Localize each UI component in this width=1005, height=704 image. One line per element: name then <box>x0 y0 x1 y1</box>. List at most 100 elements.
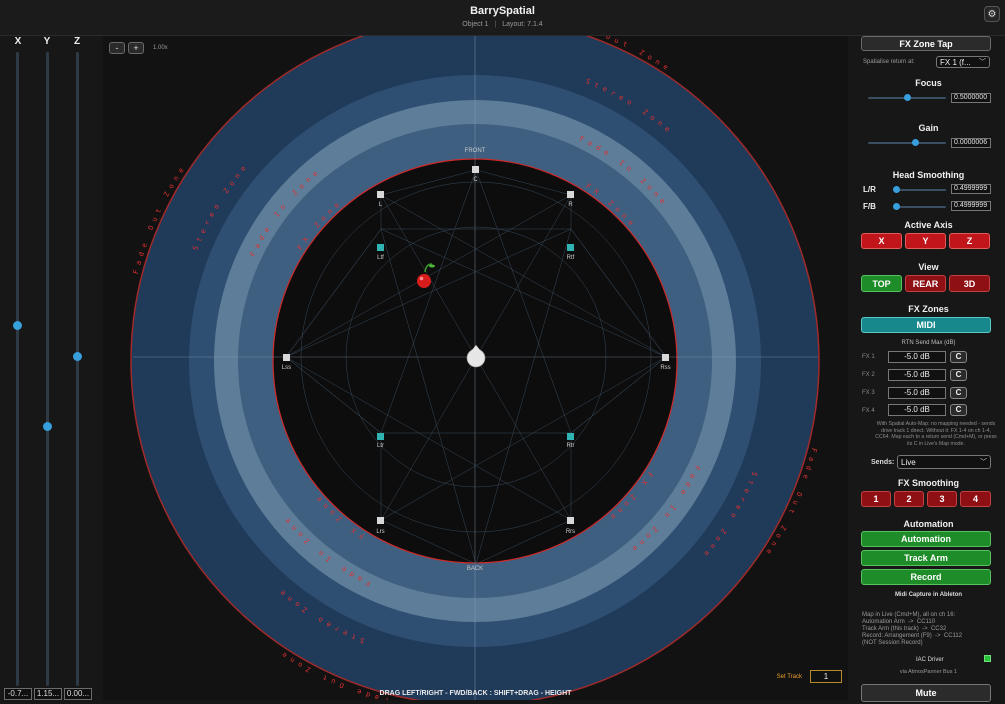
speaker-ltf[interactable] <box>377 244 384 251</box>
speaker-ltr[interactable] <box>377 433 384 440</box>
midi-button[interactable]: MIDI <box>861 317 991 333</box>
subtitle: Object 1 | Layout: 7.1.4 <box>462 21 543 28</box>
zoom-level: 1.00x <box>153 45 168 51</box>
spatialise-label: Spatialise return at: <box>863 59 915 65</box>
fx-2-map-button[interactable]: C <box>950 369 967 381</box>
smoothing-2-button[interactable]: 2 <box>894 491 924 507</box>
view-top-button[interactable]: TOP <box>861 275 902 292</box>
gain-value-field[interactable]: 0.0000006 <box>951 138 991 148</box>
y-value-field[interactable]: 1.15... <box>34 688 62 700</box>
x-slider[interactable] <box>13 52 22 686</box>
speaker-rrs[interactable] <box>567 517 574 524</box>
object-name: Object 1 <box>462 21 489 28</box>
axis-y-button[interactable]: Y <box>905 233 946 249</box>
lr-smoothing-slider[interactable] <box>893 186 946 193</box>
z-slider-thumb[interactable] <box>73 352 82 362</box>
speaker-lrs-label: Lrs <box>376 529 384 535</box>
speaker-lrs[interactable] <box>377 517 384 524</box>
fx-1-map-button[interactable]: C <box>950 351 967 363</box>
x-slider-thumb[interactable] <box>13 320 22 330</box>
fx-1-label: FX 1 <box>862 354 875 360</box>
fb-value-field[interactable]: 0.4999999 <box>951 201 991 211</box>
iac-status-led <box>984 655 991 662</box>
speaker-r[interactable] <box>567 191 574 198</box>
spatial-canvas[interactable]: Fade Out Zone Fade Out Zone Fade Out Zon… <box>103 36 848 700</box>
chevron-down-icon: ﹀ <box>979 59 986 66</box>
axis-z-button[interactable]: Z <box>949 233 990 249</box>
gain-title: Gain <box>918 123 939 133</box>
gain-slider[interactable] <box>868 139 946 146</box>
lr-label: L/R <box>863 185 876 194</box>
midi-mapping-text: Map in Live (Cmd+M), all on ch 16: Autom… <box>862 612 963 646</box>
track-arm-button[interactable]: Track Arm <box>861 550 991 566</box>
speaker-lss[interactable] <box>283 354 290 361</box>
view-title: View <box>918 262 939 272</box>
axis-x-button[interactable]: X <box>861 233 902 249</box>
gain-slider-thumb[interactable] <box>911 139 919 146</box>
smoothing-1-button[interactable]: 1 <box>861 491 891 507</box>
fx-2-db-field[interactable]: -5.0 dB <box>888 369 946 381</box>
set-track-label: Set Track <box>776 674 802 680</box>
sends-value: Live <box>901 457 916 467</box>
z-axis-label: Z <box>73 36 81 47</box>
layout-name: Layout: 7.1.4 <box>502 21 543 28</box>
speaker-rtr-label: Rtr <box>567 443 575 449</box>
spatial-field-svg[interactable]: Fade Out Zone Fade Out Zone Fade Out Zon… <box>103 36 848 700</box>
focus-slider-thumb[interactable] <box>904 94 911 101</box>
app-title: BarrySpatial <box>470 5 535 17</box>
fx-3-label: FX 3 <box>862 390 875 396</box>
view-rear-button[interactable]: REAR <box>905 275 946 292</box>
fx-zone-tap-button[interactable]: FX Zone Tap <box>861 36 991 51</box>
settings-button[interactable]: ⚙ <box>984 6 1000 22</box>
y-slider[interactable] <box>43 52 52 686</box>
fb-smoothing-slider[interactable] <box>893 203 946 210</box>
automation-title: Automation <box>903 519 954 529</box>
fx-4-db-field[interactable]: -5.0 dB <box>888 404 946 416</box>
speaker-rss[interactable] <box>662 354 669 361</box>
record-button[interactable]: Record <box>861 569 991 585</box>
smoothing-3-button[interactable]: 3 <box>927 491 957 507</box>
speaker-c[interactable] <box>472 166 479 173</box>
fx-3-map-button[interactable]: C <box>950 387 967 399</box>
spatialise-return-dropdown[interactable]: FX 1 (f... ﹀ <box>936 56 990 68</box>
fx-3-db-field[interactable]: -5.0 dB <box>888 387 946 399</box>
x-value-field[interactable]: -0.7... <box>4 688 32 700</box>
automation-button[interactable]: Automation <box>861 531 991 547</box>
z-value-field[interactable]: 0.00... <box>64 688 92 700</box>
fx-4-map-button[interactable]: C <box>950 404 967 416</box>
z-slider[interactable] <box>73 52 82 686</box>
position-sliders-panel: X Y Z -0.7... 1.15... 0.00... <box>0 36 100 704</box>
speaker-l[interactable] <box>377 191 384 198</box>
spatialise-return-value: FX 1 (f... <box>940 57 971 67</box>
iac-bus-label: via AtmosPanner Bus 1 <box>899 669 958 675</box>
auto-map-help-text: With Spatial Auto-Map: no mapping needed… <box>875 421 997 447</box>
speaker-rtr[interactable] <box>567 433 574 440</box>
mute-button[interactable]: Mute <box>861 684 991 702</box>
set-track-input[interactable]: 1 <box>810 670 842 683</box>
lr-value-field[interactable]: 0.4999999 <box>951 184 991 194</box>
speaker-ltr-label: Ltr <box>377 443 384 449</box>
speaker-rrs-label: Rrs <box>566 529 575 535</box>
focus-title: Focus <box>915 78 942 88</box>
zoom-out-button[interactable]: - <box>109 42 125 54</box>
lr-smoothing-thumb[interactable] <box>893 186 900 193</box>
fb-smoothing-thumb[interactable] <box>893 203 900 210</box>
view-3d-button[interactable]: 3D <box>949 275 990 292</box>
focus-value-field[interactable]: 0.5000000 <box>951 93 991 103</box>
speaker-lss-label: Lss <box>282 365 291 371</box>
gear-icon: ⚙ <box>987 8 997 20</box>
sends-dropdown[interactable]: Live ﹀ <box>897 455 991 469</box>
y-slider-thumb[interactable] <box>43 422 52 432</box>
sends-label: Sends: <box>871 459 895 466</box>
chevron-down-icon: ﹀ <box>980 459 987 466</box>
focus-slider[interactable] <box>868 94 946 101</box>
speaker-rtf[interactable] <box>567 244 574 251</box>
control-panel: FX Zone Tap Spatialise return at: FX 1 (… <box>852 36 1005 704</box>
speaker-rss-label: Rss <box>660 365 670 371</box>
drag-hint: DRAG LEFT/RIGHT - FWD/BACK : SHIFT+DRAG … <box>379 690 572 697</box>
fx-1-db-field[interactable]: -5.0 dB <box>888 351 946 363</box>
y-axis-label: Y <box>43 36 51 47</box>
zoom-in-button[interactable]: + <box>128 42 144 54</box>
fb-label: F/B <box>863 202 876 211</box>
smoothing-4-button[interactable]: 4 <box>960 491 991 507</box>
